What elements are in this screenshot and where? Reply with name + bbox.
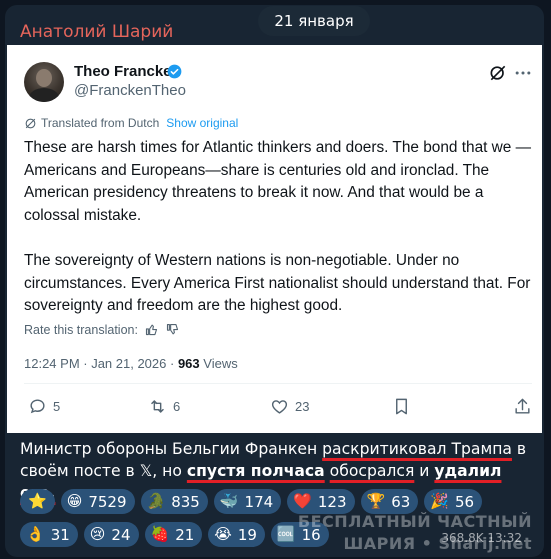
tweet-paragraph: The sovereignty of Western nations is no… (24, 251, 531, 315)
avatar[interactable] (24, 62, 64, 102)
verified-badge-icon (167, 64, 182, 79)
bookmark-icon (396, 398, 407, 415)
reaction-grin[interactable]: 😁 7529 (60, 489, 135, 514)
translation-notice: Translated from Dutch Show original (24, 116, 238, 130)
date-separator: 21 января (258, 6, 370, 36)
tweet-author-name[interactable]: Theo Francken (74, 63, 181, 80)
reaction-ok-hand[interactable]: 👌 31 (20, 522, 78, 547)
thumbs-down-icon[interactable] (165, 322, 180, 337)
sender-name[interactable]: Анатолий Шарий (20, 22, 173, 42)
reply-icon (30, 399, 45, 414)
retweet-button[interactable]: 6 (148, 397, 180, 416)
views-count: 963 (177, 356, 200, 371)
tweet-text: These are harsh times for Atlantic think… (24, 137, 534, 340)
rate-translation-label: Rate this translation: (24, 322, 138, 337)
share-button[interactable] (513, 397, 532, 416)
show-original-link[interactable]: Show original (166, 116, 238, 130)
share-icon (515, 398, 530, 414)
grok-icon[interactable] (488, 63, 508, 83)
thumbs-up-icon[interactable] (144, 322, 159, 337)
rate-translation: Rate this translation: (24, 322, 180, 337)
embedded-tweet-card[interactable]: Theo Francken @FranckenTheo Translated f… (7, 45, 542, 433)
reaction-star[interactable]: ⭐ (20, 489, 55, 514)
bookmark-button[interactable] (392, 397, 411, 416)
tweet-timestamp[interactable]: 12:24 PM · Jan 21, 2026 · 963 Views (24, 356, 238, 371)
tweet-handle[interactable]: @FranckenTheo (74, 82, 186, 99)
reaction-whale[interactable]: 🐳 174 (213, 489, 282, 514)
message-views-time: 368.8K 13:32 (441, 531, 522, 545)
reaction-strawberry[interactable]: 🍓 21 (144, 522, 203, 547)
like-button[interactable]: 23 (270, 397, 309, 416)
reaction-sad[interactable]: 😢 24 (83, 522, 139, 547)
translated-from-label: Translated from Dutch (41, 116, 160, 130)
tweet-actions: 5 6 23 (24, 397, 532, 421)
reaction-crocodile[interactable]: 🐊 835 (140, 489, 208, 514)
retweet-icon (151, 400, 164, 413)
heart-icon (271, 400, 288, 414)
message-bubble: Анатолий Шарий Theo Francken @FranckenTh… (5, 5, 544, 557)
reaction-crying[interactable]: 😭 19 (208, 522, 265, 547)
more-options-icon[interactable] (513, 63, 533, 83)
translate-icon (25, 118, 36, 128)
divider (24, 383, 532, 384)
views-label: Views (203, 356, 238, 371)
reply-button[interactable]: 5 (28, 397, 60, 416)
tweet-paragraph: These are harsh times for Atlantic think… (24, 139, 532, 224)
